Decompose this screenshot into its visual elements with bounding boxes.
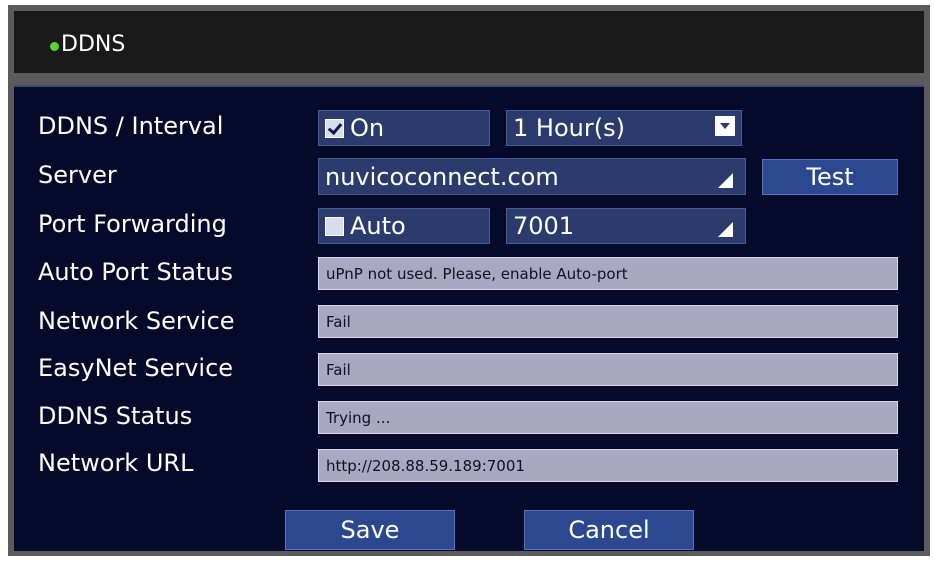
ddns-interval-label: DDNS / Interval xyxy=(38,112,224,140)
cancel-button[interactable]: Cancel xyxy=(524,510,694,550)
save-button[interactable]: Save xyxy=(285,510,455,550)
status-indicator-icon xyxy=(50,42,59,51)
dialog-title: DDNS xyxy=(61,32,126,57)
server-value: nuvicoconnect.com xyxy=(325,162,559,191)
port-input[interactable]: 7001 xyxy=(506,208,746,244)
network-url-value: http://208.88.59.189:7001 xyxy=(318,449,898,482)
settings-panel: DDNS / Interval On 1 Hour(s) Server nuvi… xyxy=(14,85,924,551)
title-bar: DDNS xyxy=(14,11,924,73)
network-url-label: Network URL xyxy=(38,449,194,477)
ddns-on-label: On xyxy=(350,114,385,142)
test-button[interactable]: Test xyxy=(762,159,898,195)
port-value: 7001 xyxy=(513,212,575,240)
auto-port-checkbox[interactable]: Auto xyxy=(318,208,490,244)
ddns-status-label: DDNS Status xyxy=(38,402,193,430)
dropdown-arrow-icon[interactable] xyxy=(715,116,735,136)
server-select[interactable]: nuvicoconnect.com xyxy=(318,158,746,195)
easynet-service-value: Fail xyxy=(318,353,898,386)
port-forwarding-label: Port Forwarding xyxy=(38,210,227,238)
auto-port-status-label: Auto Port Status xyxy=(38,258,234,286)
interval-select[interactable]: 1 Hour(s) xyxy=(506,110,742,146)
corner-arrow-icon xyxy=(718,173,733,188)
ddns-on-checkbox[interactable]: On xyxy=(318,110,490,146)
interval-value: 1 Hour(s) xyxy=(513,114,625,142)
network-service-label: Network Service xyxy=(38,307,235,335)
auto-port-status-value: uPnP not used. Please, enable Auto-port xyxy=(318,257,898,290)
checkbox-checked-icon xyxy=(325,118,344,138)
ddns-dialog: DDNS DDNS / Interval On 1 Hour(s) Server… xyxy=(8,5,930,556)
auto-port-label: Auto xyxy=(350,212,406,240)
ddns-status-value: Trying ... xyxy=(318,401,898,434)
server-label: Server xyxy=(38,161,117,189)
easynet-service-label: EasyNet Service xyxy=(38,354,234,382)
network-service-value: Fail xyxy=(318,305,898,338)
checkbox-unchecked-icon xyxy=(325,216,344,236)
corner-arrow-icon xyxy=(718,222,733,237)
